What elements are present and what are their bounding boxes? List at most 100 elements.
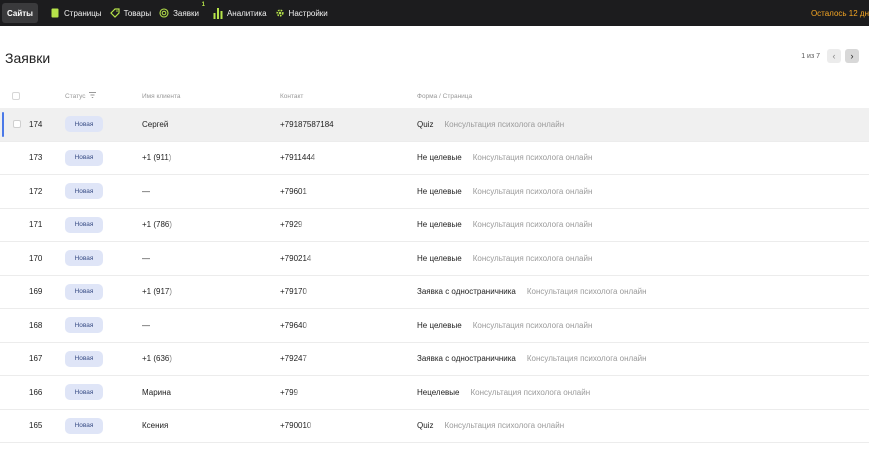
page-name[interactable]: Консультация психолога онлайн	[444, 421, 564, 430]
form-cell: Нецелевые Консультация психолога онлайн	[417, 388, 590, 397]
page-name[interactable]: Консультация психолога онлайн	[444, 120, 564, 129]
redacted-mask	[307, 186, 342, 197]
contact-phone: +79170	[280, 287, 307, 297]
page-name[interactable]: Консультация психолога онлайн	[473, 220, 593, 229]
contact-cell[interactable]: +79170	[280, 286, 342, 297]
form-name: Не целевые	[417, 153, 462, 163]
client-name-cell: +1 (786)	[142, 219, 224, 230]
status-badge[interactable]: Новая	[65, 250, 103, 267]
form-name: Нецелевые	[417, 387, 460, 397]
column-form-header: Форма / Страница	[417, 92, 473, 100]
contact-cell[interactable]: +799	[280, 387, 344, 398]
contact-cell[interactable]: +79640	[280, 320, 342, 331]
table-row[interactable]: 170 Новая — +790214 Не целевые Консульта…	[0, 242, 869, 276]
nav-item-requests[interactable]: Заявки 1	[159, 0, 205, 26]
table-row[interactable]: 174 Новая Сергей +79187587184 Quiz Консу…	[0, 108, 869, 142]
client-name: +1 (917)	[142, 287, 173, 297]
page-name[interactable]: Консультация психолога онлайн	[473, 187, 593, 196]
nav-item-analytics[interactable]: Аналитика	[213, 0, 267, 26]
filter-icon[interactable]	[88, 92, 96, 100]
table-row[interactable]: 167 Новая +1 (636) +79247 Заявка с однос…	[0, 343, 869, 376]
client-name-cell: +1 (917)	[142, 286, 222, 297]
column-status-header[interactable]: Статус	[65, 92, 96, 100]
page-name[interactable]: Консультация психолога онлайн	[473, 321, 593, 330]
redacted-mask	[312, 420, 343, 431]
nav-sites-button[interactable]: Сайты	[2, 3, 38, 23]
page-name[interactable]: Консультация психолога онлайн	[473, 254, 593, 263]
page-title: Заявки	[5, 50, 51, 66]
status-badge[interactable]: Новая	[65, 116, 103, 133]
chevron-right-icon: ›	[850, 51, 854, 61]
page-name[interactable]: Консультация психолога онлайн	[470, 388, 590, 397]
client-name: +1 (911)	[142, 153, 172, 163]
contact-cell[interactable]: +790010	[280, 420, 343, 431]
contact-phone: +790214	[280, 253, 312, 263]
nav-item-settings[interactable]: Настройки	[275, 0, 328, 26]
redacted-mask	[173, 353, 224, 364]
nav-item-label: Аналитика	[226, 8, 267, 18]
column-contact-header: Контакт	[280, 92, 304, 100]
form-name: Не целевые	[417, 186, 462, 196]
nav-item-pages[interactable]: Страницы	[50, 0, 102, 26]
table-row[interactable]: 168 Новая — +79640 Не целевые Консультац…	[0, 309, 869, 343]
contact-cell[interactable]: +7911444	[280, 152, 345, 163]
redacted-mask	[173, 219, 224, 230]
contact-phone: +799	[280, 387, 299, 397]
table-row[interactable]: 169 Новая +1 (917) +79170 Заявка с однос…	[0, 276, 869, 309]
form-name: Не целевые	[417, 320, 462, 330]
client-name: +1 (636)	[142, 354, 173, 364]
form-cell: Quiz Консультация психолога онлайн	[417, 120, 564, 129]
client-name: —	[142, 186, 150, 196]
contact-cell[interactable]: +79601	[280, 186, 342, 197]
client-name-cell: +1 (911)	[142, 152, 225, 163]
status-badge[interactable]: Новая	[65, 417, 103, 434]
client-name: —	[142, 253, 150, 263]
page-name[interactable]: Консультация психолога онлайн	[527, 354, 647, 363]
status-badge[interactable]: Новая	[65, 317, 103, 334]
select-all-checkbox[interactable]	[12, 92, 20, 100]
redacted-mask	[172, 152, 225, 163]
row-id: 174	[29, 119, 43, 129]
form-name: Quiz	[417, 421, 434, 431]
form-cell: Quiz Консультация психолога онлайн	[417, 421, 564, 430]
client-name: +1 (786)	[142, 220, 173, 230]
form-cell: Не целевые Консультация психолога онлайн	[417, 220, 592, 229]
trial-remaining-text[interactable]: Осталось 12 дн	[811, 0, 869, 26]
table-row[interactable]: 173 Новая +1 (911) +7911444 Не целевые К…	[0, 142, 869, 175]
row-id: 168	[29, 320, 43, 330]
nav-item-products[interactable]: Товары	[109, 0, 151, 26]
row-checkbox[interactable]	[13, 120, 21, 129]
contact-cell[interactable]: +7929	[280, 219, 342, 230]
status-badge[interactable]: Новая	[65, 183, 103, 200]
prev-page-button[interactable]: ‹	[827, 49, 841, 63]
table-row[interactable]: 171 Новая +1 (786) +7929 Не целевые Конс…	[0, 209, 869, 242]
status-badge[interactable]: Новая	[65, 283, 103, 300]
form-cell: Заявка с одностраничника Консультация пс…	[417, 354, 647, 363]
page-icon	[50, 8, 60, 18]
status-badge[interactable]: Новая	[65, 384, 103, 401]
status-badge[interactable]: Новая	[65, 149, 103, 166]
row-id: 173	[29, 153, 43, 163]
redacted-mask	[312, 253, 341, 264]
form-cell: Заявка с одностраничника Консультация пс…	[417, 287, 647, 296]
status-badge[interactable]: Новая	[65, 216, 103, 233]
target-icon	[159, 8, 169, 18]
pagination: 1 из 7 ‹ ›	[801, 49, 859, 63]
contact-cell[interactable]: +79247	[280, 353, 344, 364]
redacted-mask	[173, 286, 222, 297]
status-badge[interactable]: Новая	[65, 350, 103, 367]
column-client-header: Имя клиента	[142, 92, 181, 100]
page-name[interactable]: Консультация психолога онлайн	[473, 153, 593, 162]
table-row[interactable]: 165 Новая Ксения +790010 Quiz Консультац…	[0, 410, 869, 443]
contact-phone: +79640	[280, 320, 307, 330]
table-row[interactable]: 166 Новая Марина +799 Нецелевые Консульт…	[0, 376, 869, 410]
client-name: Сергей	[142, 119, 169, 129]
next-page-button[interactable]: ›	[845, 49, 859, 63]
column-status-label: Статус	[65, 92, 86, 100]
contact-phone[interactable]: +79187587184	[280, 120, 334, 129]
contact-cell[interactable]: +790214	[280, 253, 341, 264]
page-name[interactable]: Консультация психолога онлайн	[527, 287, 647, 296]
form-name: Заявка с одностраничника	[417, 287, 516, 297]
table-row[interactable]: 172 Новая — +79601 Не целевые Консультац…	[0, 175, 869, 209]
pagination-label: 1 из 7	[801, 52, 820, 60]
